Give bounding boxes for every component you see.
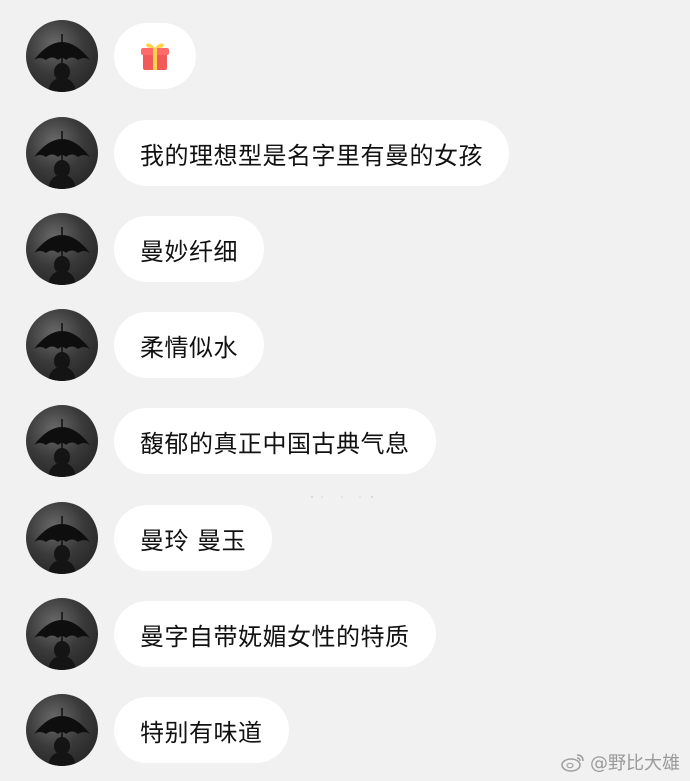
message-row: 我的理想型是名字里有曼的女孩	[26, 117, 509, 189]
avatar[interactable]	[26, 309, 98, 381]
chat-thread: 我的理想型是名字里有曼的女孩 曼妙纤细 柔情似水 馥郁的真正中国古典气息 曼玲 …	[0, 0, 690, 781]
message-bubble[interactable]: 柔情似水	[114, 312, 264, 378]
message-bubble[interactable]: 曼字自带妩媚女性的特质	[114, 601, 436, 667]
message-row: 曼字自带妩媚女性的特质	[26, 598, 436, 670]
message-bubble-gift[interactable]	[114, 23, 196, 89]
umbrella-avatar-image	[34, 323, 90, 381]
watermark-text: @野比大雄	[590, 753, 680, 774]
umbrella-avatar-image	[34, 612, 90, 670]
avatar[interactable]	[26, 117, 98, 189]
message-row: 柔情似水	[26, 309, 264, 381]
weibo-icon	[560, 751, 590, 773]
divider-dots	[310, 495, 374, 499]
watermark: @野比大雄	[560, 749, 680, 775]
message-row	[26, 20, 196, 92]
avatar[interactable]	[26, 405, 98, 477]
avatar[interactable]	[26, 694, 98, 766]
umbrella-avatar-image	[34, 131, 90, 189]
message-row: 馥郁的真正中国古典气息	[26, 405, 436, 477]
umbrella-avatar-image	[34, 516, 90, 574]
avatar[interactable]	[26, 20, 98, 92]
message-row: 特别有味道	[26, 694, 289, 766]
gift-icon	[140, 40, 170, 72]
avatar[interactable]	[26, 598, 98, 670]
message-row: 曼玲 曼玉	[26, 502, 273, 574]
avatar[interactable]	[26, 213, 98, 285]
message-bubble[interactable]: 馥郁的真正中国古典气息	[114, 408, 436, 474]
message-bubble[interactable]: 特别有味道	[114, 697, 289, 763]
message-bubble[interactable]: 曼玲 曼玉	[114, 505, 273, 571]
message-bubble[interactable]: 曼妙纤细	[114, 216, 264, 282]
avatar[interactable]	[26, 502, 98, 574]
umbrella-avatar-image	[34, 34, 90, 92]
umbrella-avatar-image	[34, 419, 90, 477]
umbrella-avatar-image	[34, 708, 90, 766]
message-row: 曼妙纤细	[26, 213, 264, 285]
message-bubble[interactable]: 我的理想型是名字里有曼的女孩	[114, 120, 509, 186]
umbrella-avatar-image	[34, 227, 90, 285]
